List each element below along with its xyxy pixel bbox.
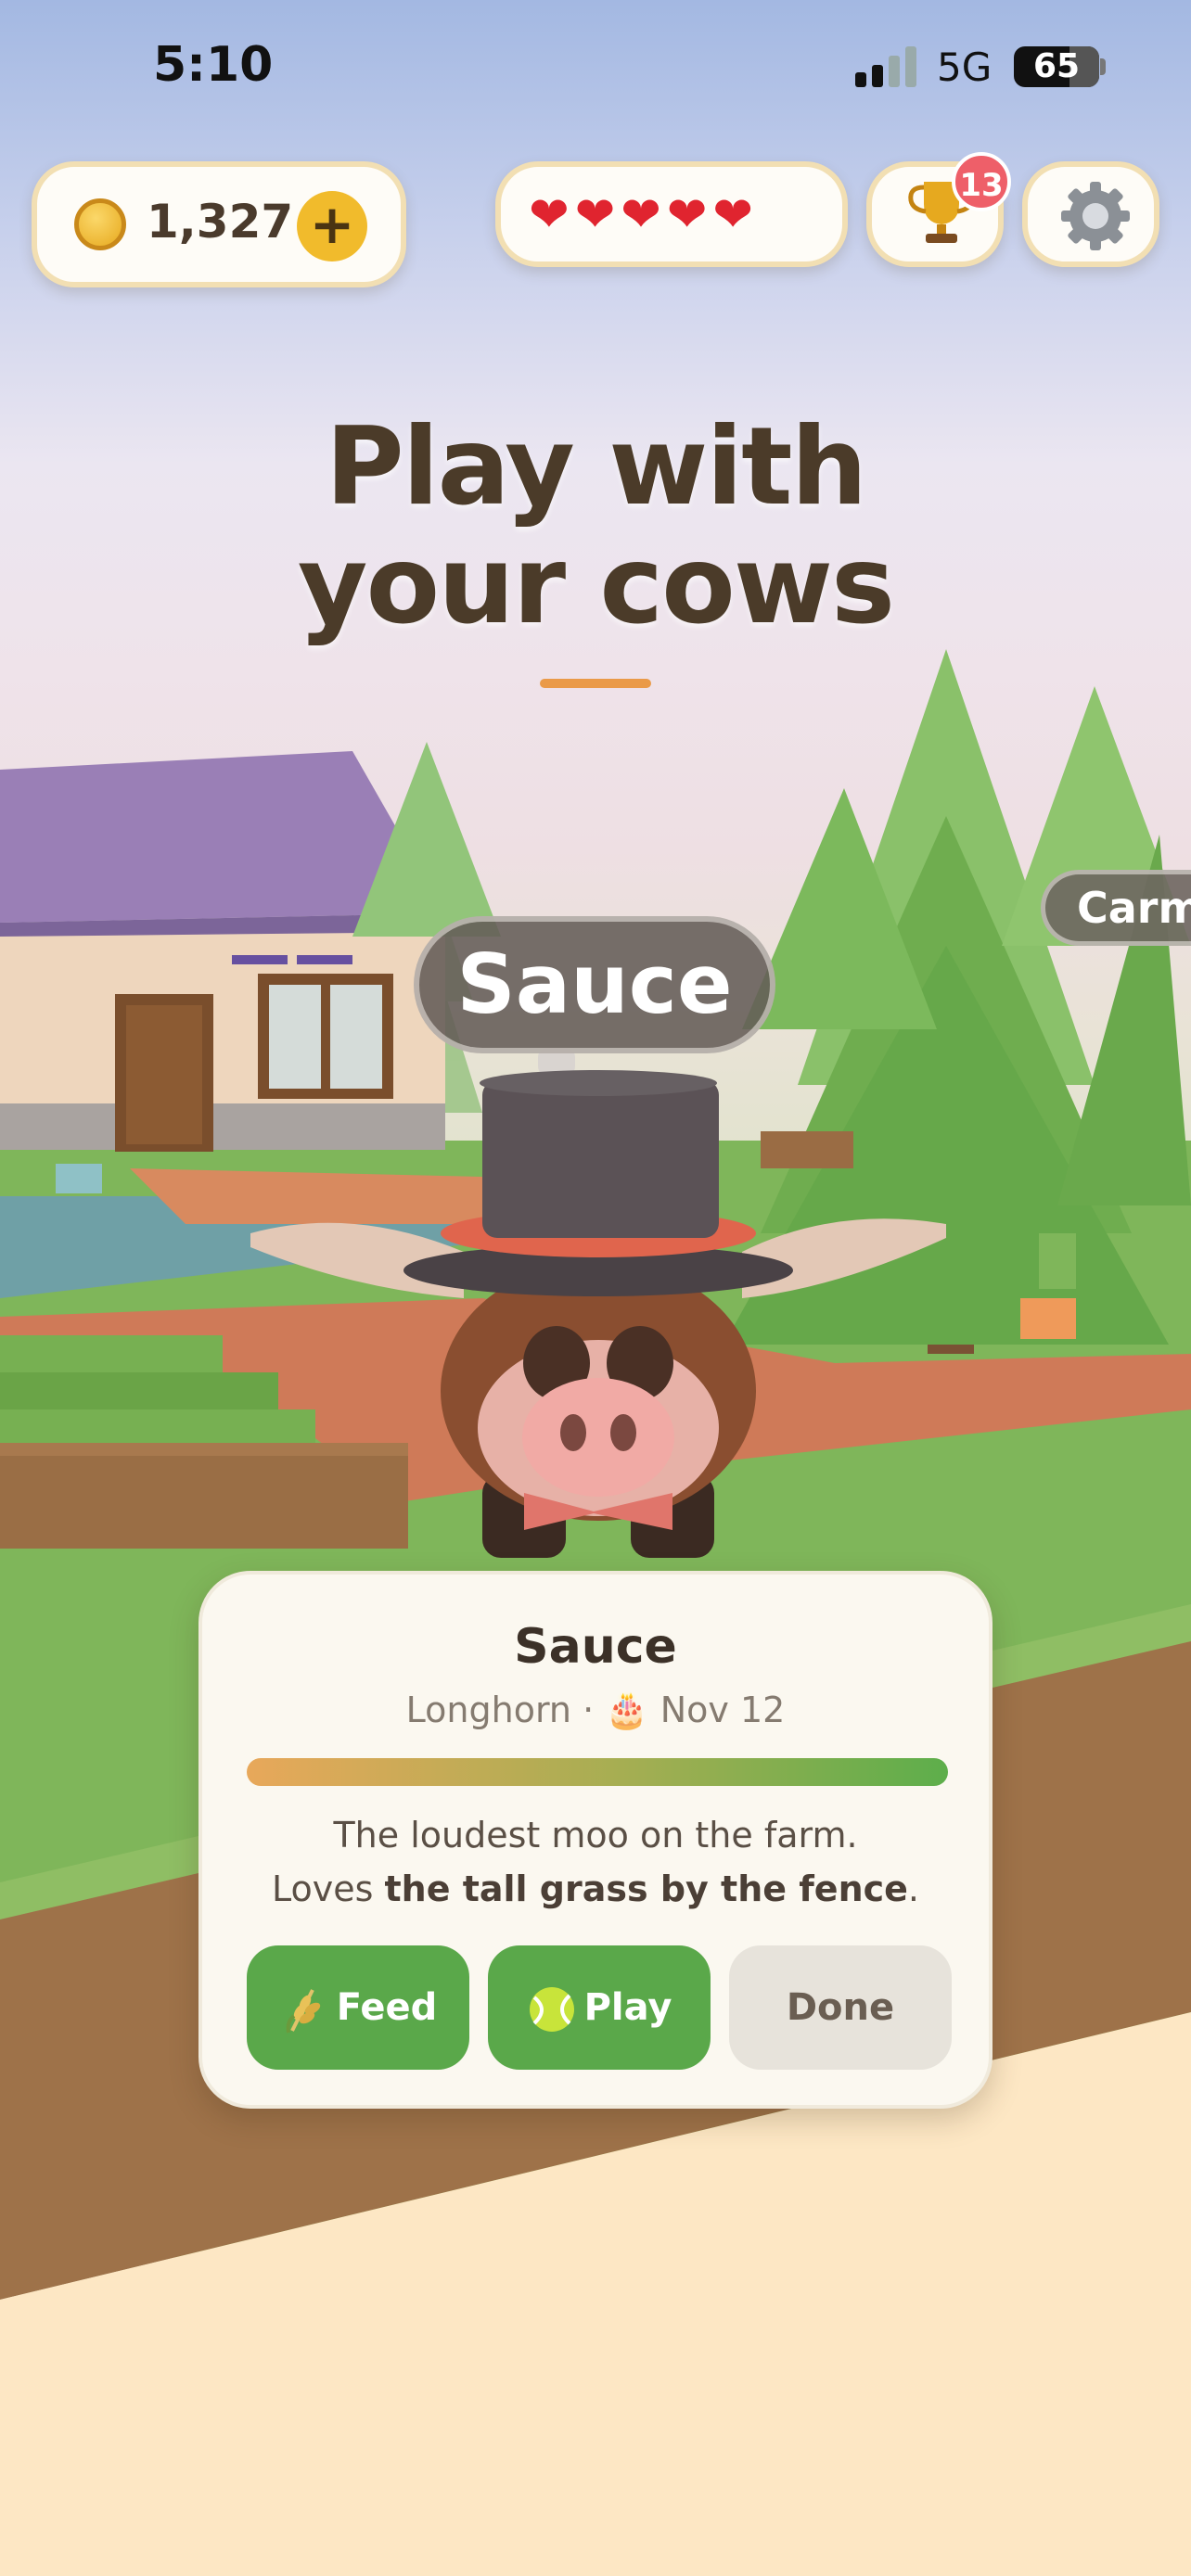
cow-description: The loudest moo on the farm. Loves the t… xyxy=(221,1808,970,1916)
done-button[interactable]: Done xyxy=(729,1945,952,2070)
description-prefix: Loves xyxy=(271,1868,385,1909)
gear-icon xyxy=(1061,182,1130,250)
cow-name: Sauce xyxy=(514,1619,677,1675)
coin-count: 1,327 xyxy=(147,195,294,249)
next-cow-tag[interactable]: Carmi xyxy=(1041,870,1191,946)
cow-name-tag[interactable]: Sauce xyxy=(414,916,775,1053)
status-time: 5:10 xyxy=(153,37,274,93)
birthday-cake-icon: 🎂 xyxy=(605,1690,649,1730)
description-line-2: Loves the tall grass by the fence. xyxy=(221,1862,970,1916)
cow-meta: Longhorn · 🎂 Nov 12 xyxy=(202,1690,989,1731)
add-coins-button[interactable]: + xyxy=(297,191,367,261)
page-title: Play with your cows xyxy=(224,408,967,645)
play-label: Play xyxy=(583,1986,672,2029)
battery-level: 65 xyxy=(1032,47,1081,85)
meta-separator: · xyxy=(583,1690,595,1730)
farmhouse xyxy=(0,751,455,1152)
battery-tip xyxy=(1100,58,1106,75)
trophy-badge: 13 xyxy=(952,152,1011,211)
cow-info-card: Sauce Longhorn · 🎂 Nov 12 The loudest mo… xyxy=(198,1571,992,2109)
signal-icon xyxy=(855,46,916,87)
coin-icon xyxy=(74,198,126,250)
hearts-icons: ❤❤❤❤❤ xyxy=(529,187,759,243)
network-label: 5G xyxy=(937,45,992,90)
cow-birthday: Nov 12 xyxy=(660,1690,786,1730)
feed-button[interactable]: Feed xyxy=(247,1945,469,2070)
settings-button[interactable] xyxy=(1022,161,1159,267)
title-underline xyxy=(540,679,651,688)
description-suffix: . xyxy=(907,1868,920,1909)
app-screen: 5:10 5G 65 1,327 + ❤❤❤❤❤ 13 Play with yo… xyxy=(0,0,1191,2576)
title-line-1: Play with xyxy=(325,404,867,529)
wheat-icon xyxy=(286,1989,320,2034)
play-button[interactable]: Play xyxy=(488,1945,711,2070)
feed-label: Feed xyxy=(336,1986,438,2029)
hearts-display: ❤❤❤❤❤ xyxy=(495,161,848,267)
coin-counter: 1,327 + xyxy=(32,161,406,287)
battery-icon: 65 xyxy=(1014,46,1099,87)
tennis-ball-icon xyxy=(529,1987,574,2032)
title-line-2: your cows xyxy=(297,523,895,648)
description-highlight: the tall grass by the fence xyxy=(384,1868,908,1909)
happiness-bar xyxy=(247,1758,948,1786)
description-line-1: The loudest moo on the farm. xyxy=(333,1815,858,1855)
cow-breed: Longhorn xyxy=(405,1690,572,1730)
